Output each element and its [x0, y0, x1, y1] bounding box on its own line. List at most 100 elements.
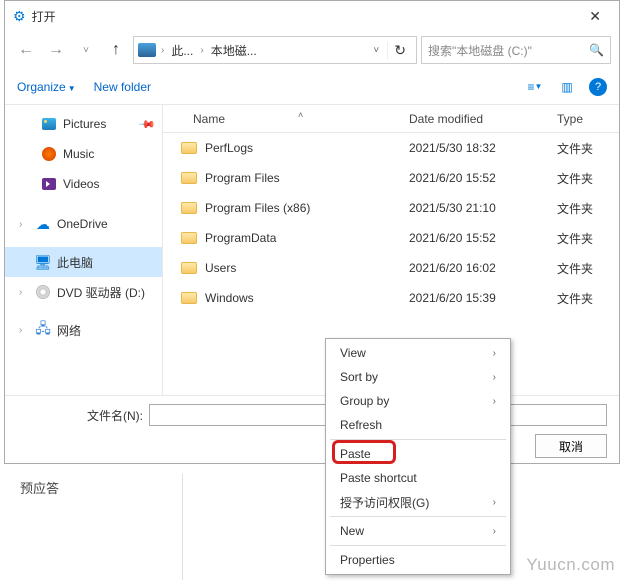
videos-icon [42, 178, 56, 190]
file-row[interactable]: Program Files2021/6/20 15:52文件夹 [163, 163, 619, 193]
folder-icon [181, 262, 197, 274]
chevron-right-icon: › [493, 372, 496, 383]
file-date: 2021/6/20 15:52 [409, 171, 553, 185]
menu-groupby[interactable]: Group by› [326, 389, 510, 413]
folder-icon [181, 202, 197, 214]
preview-pane-button[interactable]: ▥ [553, 75, 581, 99]
nav-up-button[interactable]: ↑ [103, 37, 129, 63]
column-type[interactable]: Type [553, 112, 619, 126]
menu-properties[interactable]: Properties [326, 548, 510, 572]
search-icon: 🔍 [589, 43, 604, 57]
filename-label: 文件名(N): [87, 407, 143, 424]
menu-grant-access[interactable]: 授予访问权限(G)› [326, 490, 510, 514]
file-type: 文件夹 [553, 290, 619, 307]
refresh-icon[interactable]: ↻ [387, 42, 412, 59]
file-date: 2021/6/20 15:39 [409, 291, 553, 305]
view-list-button[interactable]: ≡ ▼ [521, 75, 549, 99]
file-name: ProgramData [205, 231, 409, 245]
menu-paste[interactable]: Paste [326, 442, 510, 466]
menu-paste-shortcut[interactable]: Paste shortcut [326, 466, 510, 490]
titlebar: ⚙ 打开 ✕ [5, 1, 619, 31]
vertical-divider [182, 474, 183, 580]
address-dropdown-icon[interactable]: ˅ [367, 45, 385, 56]
drive-icon [138, 43, 156, 57]
new-folder-button[interactable]: New folder [94, 80, 151, 94]
file-date: 2021/5/30 21:10 [409, 201, 553, 215]
menu-sortby[interactable]: Sort by› [326, 365, 510, 389]
file-name: Program Files (x86) [205, 201, 409, 215]
file-row[interactable]: Windows2021/6/20 15:39文件夹 [163, 283, 619, 313]
chevron-right-icon: › [19, 325, 29, 336]
toolbar: Organize▼ New folder ≡ ▼ ▥ ? [5, 69, 619, 105]
chevron-right-icon: › [19, 219, 29, 230]
file-type: 文件夹 [553, 140, 619, 157]
file-name: Users [205, 261, 409, 275]
chevron-right-icon: › [158, 45, 167, 56]
chevron-right-icon: › [493, 396, 496, 407]
address-bar[interactable]: › 此... › 本地磁... ˅ ↻ [133, 36, 417, 64]
sort-asc-icon: ˄ [298, 110, 303, 120]
file-name: Windows [205, 291, 409, 305]
bottom-bar: 文件名(N): 取消 [5, 395, 619, 466]
pictures-icon [42, 118, 56, 130]
file-date: 2021/5/30 18:32 [409, 141, 553, 155]
menu-separator [330, 545, 506, 546]
sidebar-item-thispc[interactable]: 🖥 此电脑 [5, 247, 162, 277]
column-headers: Name ˄ Date modified Type [163, 105, 619, 133]
chevron-right-icon: › [493, 348, 496, 359]
search-placeholder: 搜索"本地磁盘 (C:)" [428, 42, 589, 59]
file-name: Program Files [205, 171, 409, 185]
pin-icon: 📌 [138, 115, 157, 134]
context-menu: View› Sort by› Group by› Refresh Paste P… [325, 338, 511, 575]
breadcrumb-item[interactable]: 此... [169, 42, 195, 59]
file-row[interactable]: Program Files (x86)2021/5/30 21:10文件夹 [163, 193, 619, 223]
nav-back-button[interactable]: ← [13, 37, 39, 63]
menu-refresh[interactable]: Refresh [326, 413, 510, 437]
folder-icon [181, 292, 197, 304]
chevron-right-icon: › [197, 45, 206, 56]
file-type: 文件夹 [553, 170, 619, 187]
file-row[interactable]: PerfLogs2021/5/30 18:32文件夹 [163, 133, 619, 163]
watermark: Yuucn.com [526, 555, 615, 575]
sidebar-item-pictures[interactable]: Pictures 📌 [5, 109, 162, 139]
file-row[interactable]: ProgramData2021/6/20 15:52文件夹 [163, 223, 619, 253]
dialog-title: 打开 [32, 8, 580, 25]
network-icon: 🖧 [35, 322, 51, 338]
file-row[interactable]: Users2021/6/20 16:02文件夹 [163, 253, 619, 283]
music-icon [42, 147, 56, 161]
chevron-right-icon: › [493, 497, 496, 508]
below-text: 预应答 [20, 478, 59, 497]
help-button[interactable]: ? [589, 78, 607, 96]
close-button[interactable]: ✕ [579, 4, 611, 29]
chevron-right-icon: › [493, 526, 496, 537]
file-type: 文件夹 [553, 200, 619, 217]
file-type: 文件夹 [553, 230, 619, 247]
breadcrumb-item[interactable]: 本地磁... [209, 42, 259, 59]
main-area: Pictures 📌 Music Videos › ☁ OneDrive 🖥 [5, 105, 619, 395]
sidebar-item-dvd[interactable]: › DVD 驱动器 (D:) [5, 277, 162, 307]
menu-new[interactable]: New› [326, 519, 510, 543]
nav-row: ← → ˅ ↑ › 此... › 本地磁... ˅ ↻ 搜索"本地磁盘 (C:)… [5, 31, 619, 69]
nav-forward-button[interactable]: → [43, 37, 69, 63]
sidebar-item-onedrive[interactable]: › ☁ OneDrive [5, 209, 162, 239]
menu-separator [330, 516, 506, 517]
gear-icon: ⚙ [13, 8, 26, 25]
file-date: 2021/6/20 16:02 [409, 261, 553, 275]
column-date[interactable]: Date modified [409, 112, 553, 126]
file-name: PerfLogs [205, 141, 409, 155]
sidebar-item-music[interactable]: Music [5, 139, 162, 169]
folder-icon [181, 172, 197, 184]
sidebar-item-network[interactable]: › 🖧 网络 [5, 315, 162, 345]
organize-button[interactable]: Organize▼ [17, 80, 76, 94]
folder-icon [181, 232, 197, 244]
cancel-button[interactable]: 取消 [535, 434, 607, 458]
chevron-right-icon: › [19, 287, 29, 298]
nav-recent-button[interactable]: ˅ [73, 37, 99, 63]
sidebar-item-videos[interactable]: Videos [5, 169, 162, 199]
open-dialog: ⚙ 打开 ✕ ← → ˅ ↑ › 此... › 本地磁... ˅ ↻ 搜索"本地… [4, 0, 620, 464]
cloud-icon: ☁ [35, 216, 51, 232]
menu-view[interactable]: View› [326, 341, 510, 365]
file-date: 2021/6/20 15:52 [409, 231, 553, 245]
search-input[interactable]: 搜索"本地磁盘 (C:)" 🔍 [421, 36, 611, 64]
column-name[interactable]: Name ˄ [163, 112, 409, 126]
